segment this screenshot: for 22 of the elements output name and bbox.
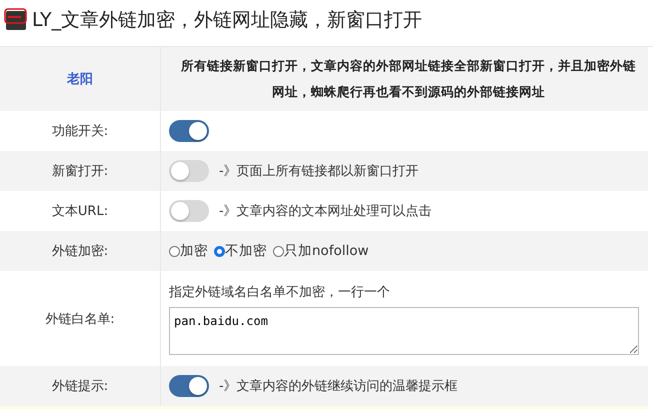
field-label: 外链白名单: [45, 310, 115, 328]
radio-option[interactable]: 加密 [169, 242, 208, 260]
hint-text: -》文章内容的外链继续访问的温馨提示框 [219, 378, 458, 395]
page-title: LY_文章外链加密，外链网址隐藏，新窗口打开 [32, 8, 422, 33]
field-label: 新窗打开: [52, 163, 108, 180]
field-label: 文本URL: [52, 203, 108, 220]
hint-text: -》文章内容的文本网址处理可以点击 [219, 203, 432, 220]
toggle-switch[interactable] [169, 375, 209, 397]
field-label: 外链提示: [52, 378, 108, 395]
toggle-switch[interactable] [169, 120, 209, 142]
menu-icon [4, 8, 28, 32]
radio-option[interactable]: 不加密 [214, 242, 267, 260]
radio-option[interactable]: 只加nofollow [273, 242, 369, 260]
whitelist-field[interactable]: pan.baidu.com [169, 306, 639, 354]
toggle-switch[interactable] [169, 200, 209, 222]
plugin-description: 所有链接新窗口打开，文章内容的外部网址链接全部新窗口打开，并且加密外链网址，蜘蛛爬行再也看不到源码的外部链接网址 [180, 57, 637, 101]
field-label: 外链加密: [52, 243, 108, 260]
hint-text: 指定外链域名白名单不加密，一行一个 [169, 284, 391, 300]
hint-text: -》页面上所有链接都以新窗口打开 [219, 163, 419, 180]
author-name: 老阳 [67, 71, 93, 88]
field-label: 功能开关: [52, 123, 108, 140]
toggle-switch[interactable] [169, 160, 209, 182]
